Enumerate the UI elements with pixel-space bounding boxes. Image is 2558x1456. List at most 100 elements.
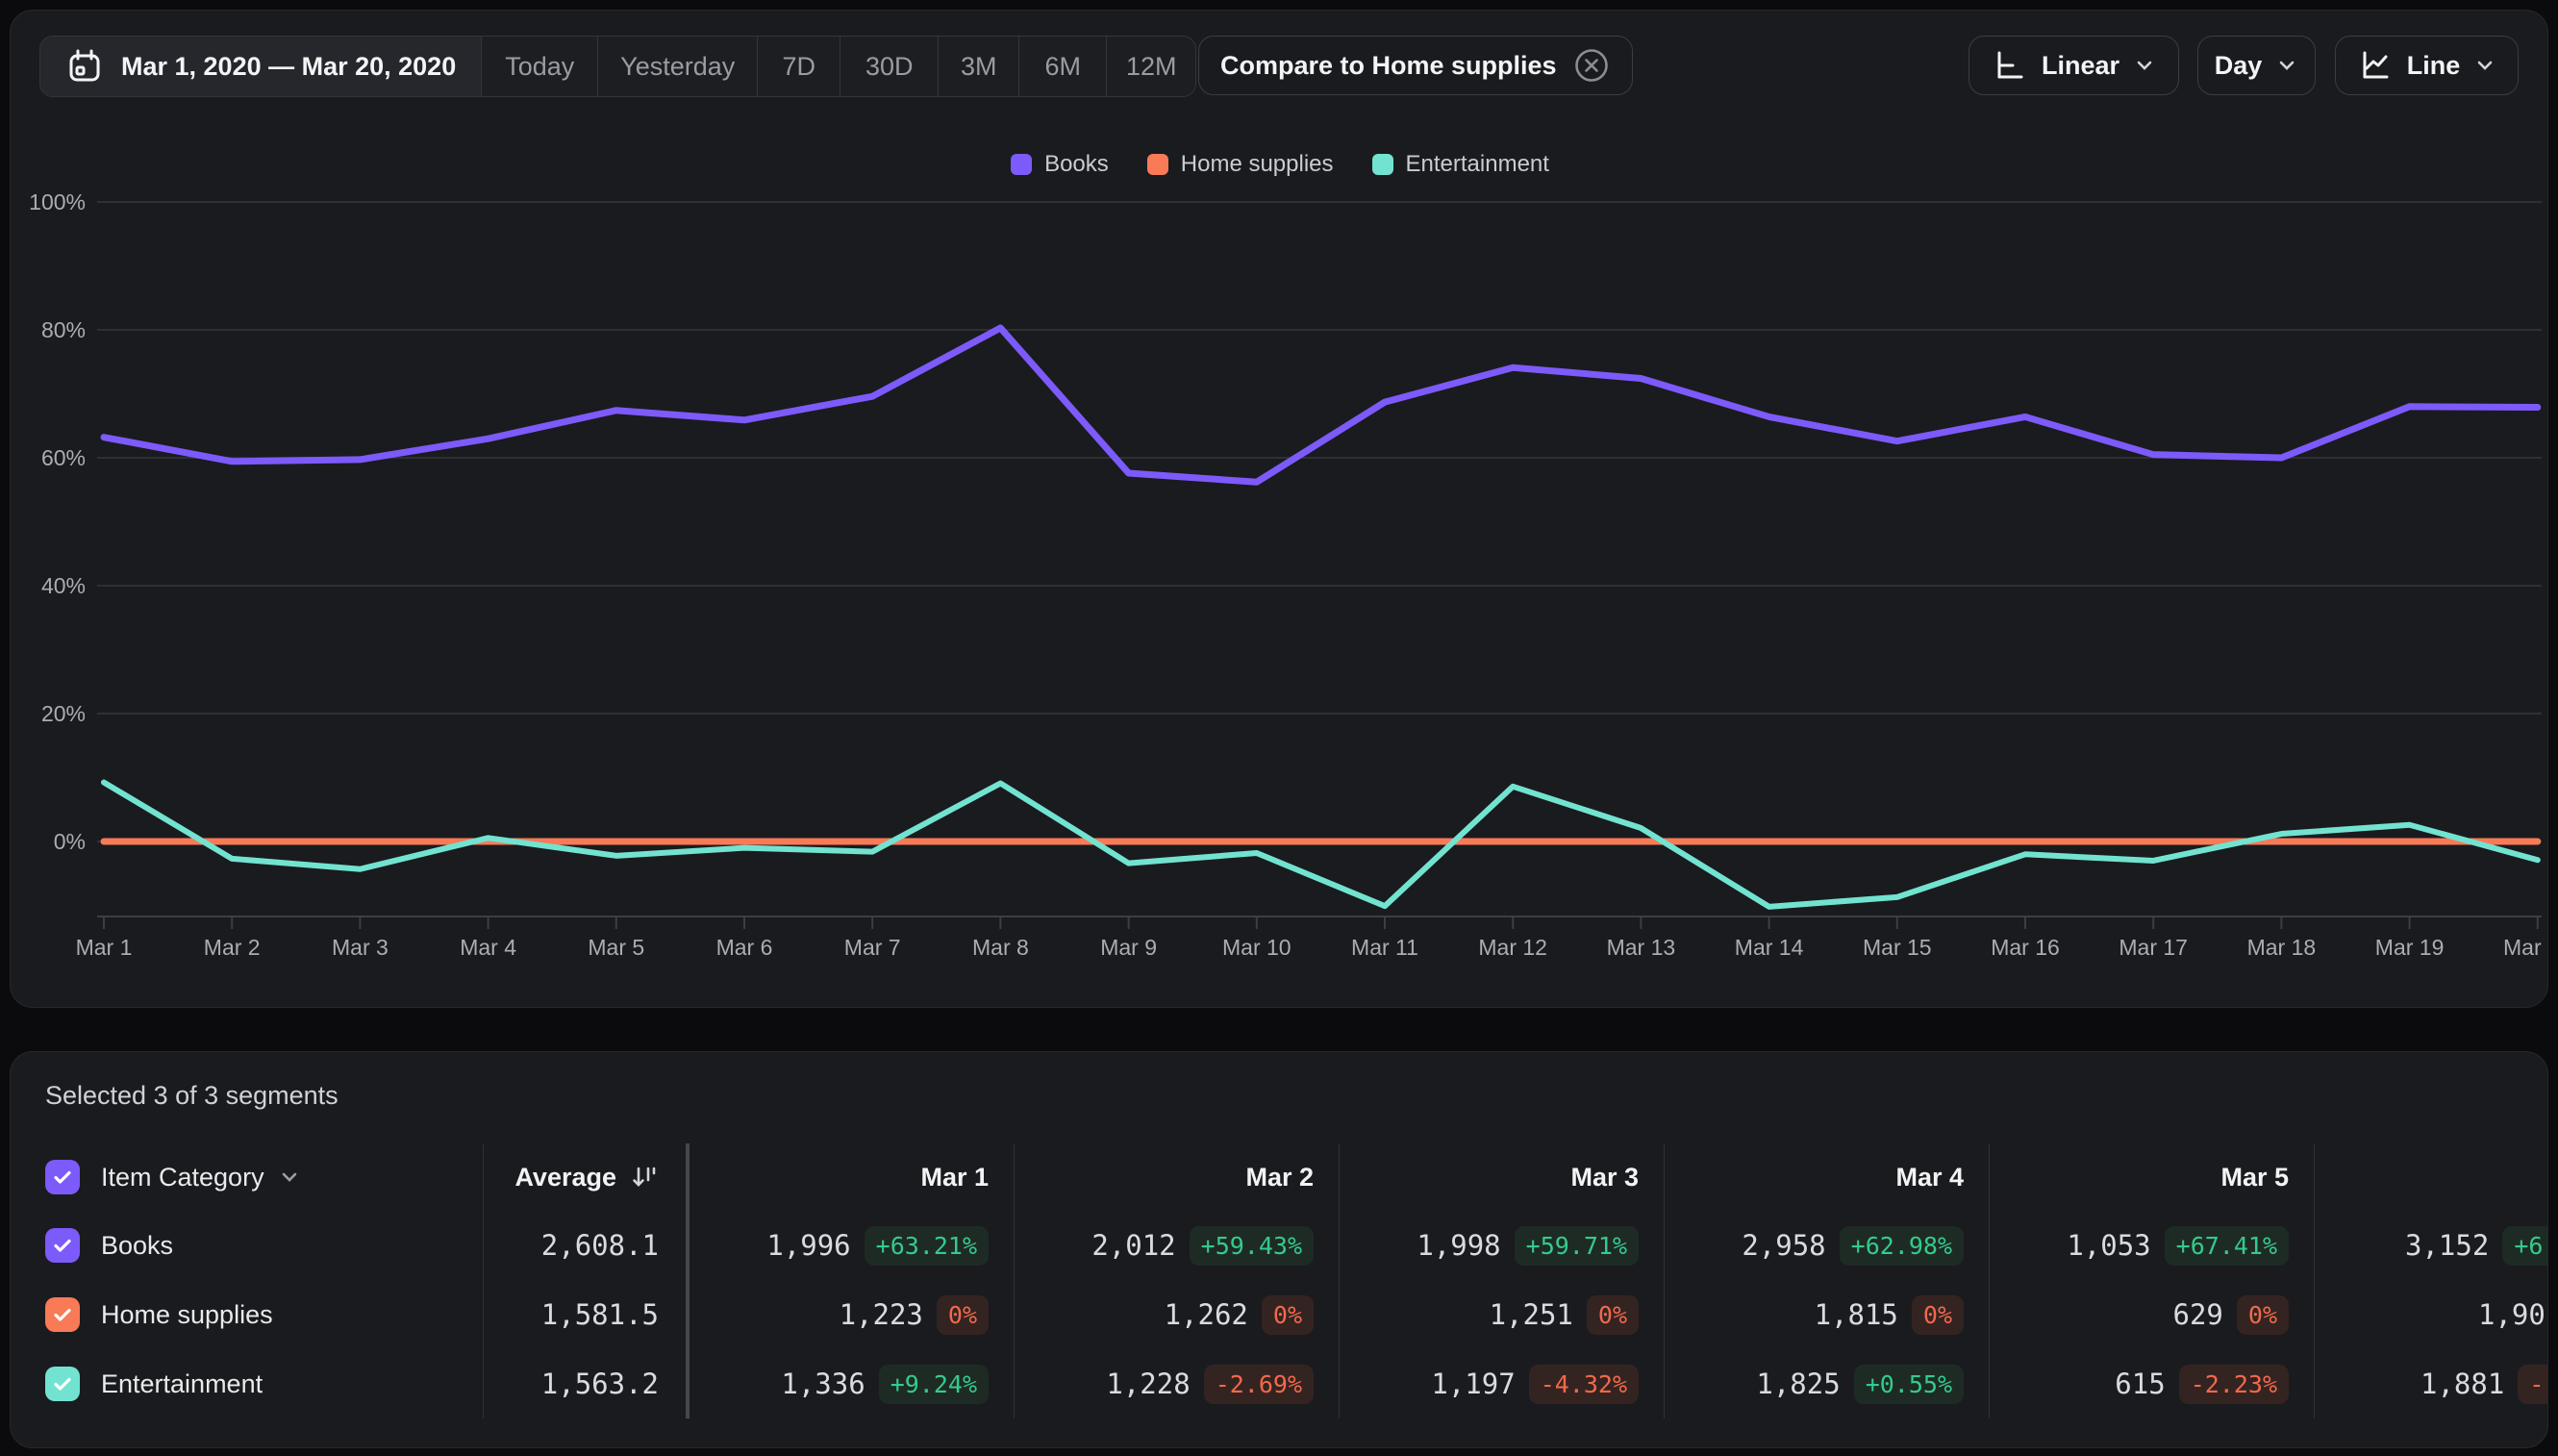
date-range-button[interactable]: Mar 1, 2020 — Mar 20, 2020 xyxy=(40,37,481,96)
remove-compare-icon[interactable] xyxy=(1572,46,1611,85)
chevron-down-icon xyxy=(278,1166,301,1189)
books-swatch xyxy=(1011,154,1032,175)
compare-chip-label: Compare to Home supplies xyxy=(1220,51,1557,81)
segments-table-card: Selected 3 of 3 segments Item Category A… xyxy=(10,1051,2548,1448)
delta-badge: -2.69% xyxy=(1204,1365,1314,1404)
day-header-cell xyxy=(2315,1143,2548,1211)
chevron-down-icon xyxy=(2133,54,2156,77)
entertainment-swatch xyxy=(1372,154,1393,175)
cell-value: 1,90 xyxy=(2478,1298,2545,1331)
day-cell: 1,8150% xyxy=(1665,1280,1990,1349)
svg-text:Mar 19: Mar 19 xyxy=(2375,935,2445,960)
day-header-cell: Mar 5 xyxy=(1990,1143,2315,1211)
cell-value: 2,958 xyxy=(1742,1229,1825,1262)
delta-badge: +9.24% xyxy=(879,1365,989,1404)
average-cell: 2,608.1 xyxy=(483,1211,690,1280)
day-cell: 1,228-2.69% xyxy=(1015,1349,1340,1418)
date-range-label: Mar 1, 2020 — Mar 20, 2020 xyxy=(121,52,456,82)
cell-value: 1,825 xyxy=(1756,1368,1840,1400)
home-supplies-swatch xyxy=(1147,154,1168,175)
preset-6m[interactable]: 6M xyxy=(1018,37,1106,96)
category-header[interactable]: Item Category xyxy=(101,1163,301,1192)
scale-dropdown[interactable]: Linear xyxy=(1969,36,2179,95)
day-cell-clipped: 3,152+6 xyxy=(2315,1211,2548,1280)
row-label-cell: Entertainment xyxy=(11,1349,483,1418)
category-header-cell: Item Category xyxy=(11,1143,483,1211)
chart-legend: Books Home supplies Entertainment xyxy=(11,151,2548,178)
cell-value: 1,996 xyxy=(766,1229,850,1262)
cell-value: 1,881 xyxy=(2420,1368,2504,1400)
svg-text:Mar 6: Mar 6 xyxy=(716,935,773,960)
legend-item-entertainment[interactable]: Entertainment xyxy=(1372,151,1549,178)
svg-text:Mar 2: Mar 2 xyxy=(204,935,261,960)
legend-item-books[interactable]: Books xyxy=(1011,151,1109,178)
table-row: Home supplies 1,581.5 1,2230% 1,2620% 1,… xyxy=(11,1280,2548,1349)
scale-dropdown-label: Linear xyxy=(2042,51,2119,81)
delta-badge: -4.32% xyxy=(1529,1365,1639,1404)
svg-text:Mar 14: Mar 14 xyxy=(1735,935,1804,960)
day-cell: 615-2.23% xyxy=(1990,1349,2315,1418)
day-header-label: Mar 5 xyxy=(2220,1163,2289,1192)
chevron-down-icon xyxy=(2473,54,2496,77)
legend-label: Books xyxy=(1044,151,1109,178)
preset-12m[interactable]: 12M xyxy=(1106,37,1195,96)
preset-7d[interactable]: 7D xyxy=(757,37,840,96)
select-all-checkbox[interactable] xyxy=(45,1160,80,1194)
delta-badge: 0% xyxy=(2237,1295,2289,1335)
svg-text:Mar 12: Mar 12 xyxy=(1478,935,1547,960)
compare-chip[interactable]: Compare to Home supplies xyxy=(1198,36,1633,95)
legend-item-home-supplies[interactable]: Home supplies xyxy=(1147,151,1334,178)
svg-text:Mar 10: Mar 10 xyxy=(1222,935,1292,960)
svg-text:Mar 7: Mar 7 xyxy=(844,935,901,960)
svg-text:80%: 80% xyxy=(41,317,86,342)
chart-type-dropdown[interactable]: Line xyxy=(2335,36,2519,95)
svg-text:Mar 18: Mar 18 xyxy=(2247,935,2317,960)
day-cell: 1,336+9.24% xyxy=(690,1349,1015,1418)
dashboard-page: 100%80%60%40%20%0%Mar 1Mar 2Mar 3Mar 4Ma… xyxy=(0,0,2558,1456)
average-header-cell[interactable]: Average xyxy=(483,1143,690,1211)
svg-text:Mar 8: Mar 8 xyxy=(972,935,1029,960)
svg-text:Mar 20: Mar 20 xyxy=(2503,935,2548,960)
delta-badge: +59.43% xyxy=(1190,1226,1314,1266)
day-header-label: Mar 3 xyxy=(1570,1163,1639,1192)
home-supplies-checkbox[interactable] xyxy=(45,1297,80,1332)
cell-value: 1,998 xyxy=(1417,1229,1500,1262)
svg-text:Mar 4: Mar 4 xyxy=(460,935,516,960)
preset-12m-label: 12M xyxy=(1126,52,1177,82)
svg-text:0%: 0% xyxy=(54,829,86,854)
day-header-label: Mar 2 xyxy=(1245,1163,1314,1192)
books-checkbox[interactable] xyxy=(45,1228,80,1263)
svg-text:Mar 1: Mar 1 xyxy=(76,935,133,960)
date-range-control: Mar 1, 2020 — Mar 20, 2020 Today Yesterd… xyxy=(39,36,1196,97)
day-cell: 6290% xyxy=(1990,1280,2315,1349)
svg-text:40%: 40% xyxy=(41,573,86,598)
preset-yesterday[interactable]: Yesterday xyxy=(597,37,757,96)
table-header-row: Item Category Average Mar 1 Mar 2 Mar 3 … xyxy=(11,1143,2548,1211)
chart-type-dropdown-label: Line xyxy=(2407,51,2461,81)
svg-text:Mar 16: Mar 16 xyxy=(1991,935,2060,960)
svg-text:Mar 11: Mar 11 xyxy=(1351,935,1418,960)
day-header-cell: Mar 4 xyxy=(1665,1143,1990,1211)
delta-badge: -2.23% xyxy=(2179,1365,2289,1404)
chart-card: 100%80%60%40%20%0%Mar 1Mar 2Mar 3Mar 4Ma… xyxy=(10,10,2548,1008)
day-header-cell: Mar 1 xyxy=(690,1143,1015,1211)
average-value: 1,563.2 xyxy=(541,1368,659,1400)
preset-yesterday-label: Yesterday xyxy=(620,52,735,82)
day-cell: 1,197-4.32% xyxy=(1340,1349,1665,1418)
entertainment-checkbox[interactable] xyxy=(45,1367,80,1401)
svg-text:60%: 60% xyxy=(41,445,86,470)
preset-7d-label: 7D xyxy=(782,52,815,82)
legend-label: Home supplies xyxy=(1181,151,1334,178)
day-cell: 1,053+67.41% xyxy=(1990,1211,2315,1280)
preset-today[interactable]: Today xyxy=(481,37,597,96)
svg-text:Mar 13: Mar 13 xyxy=(1607,935,1676,960)
legend-label: Entertainment xyxy=(1406,151,1549,178)
preset-3m[interactable]: 3M xyxy=(938,37,1018,96)
preset-30d[interactable]: 30D xyxy=(840,37,938,96)
delta-badge: +67.41% xyxy=(2165,1226,2289,1266)
delta-badge: - xyxy=(2518,1365,2548,1404)
linear-scale-icon xyxy=(1992,47,2028,84)
day-cell: 1,2230% xyxy=(690,1280,1015,1349)
granularity-dropdown[interactable]: Day xyxy=(2197,36,2316,95)
day-header-cell: Mar 3 xyxy=(1340,1143,1665,1211)
